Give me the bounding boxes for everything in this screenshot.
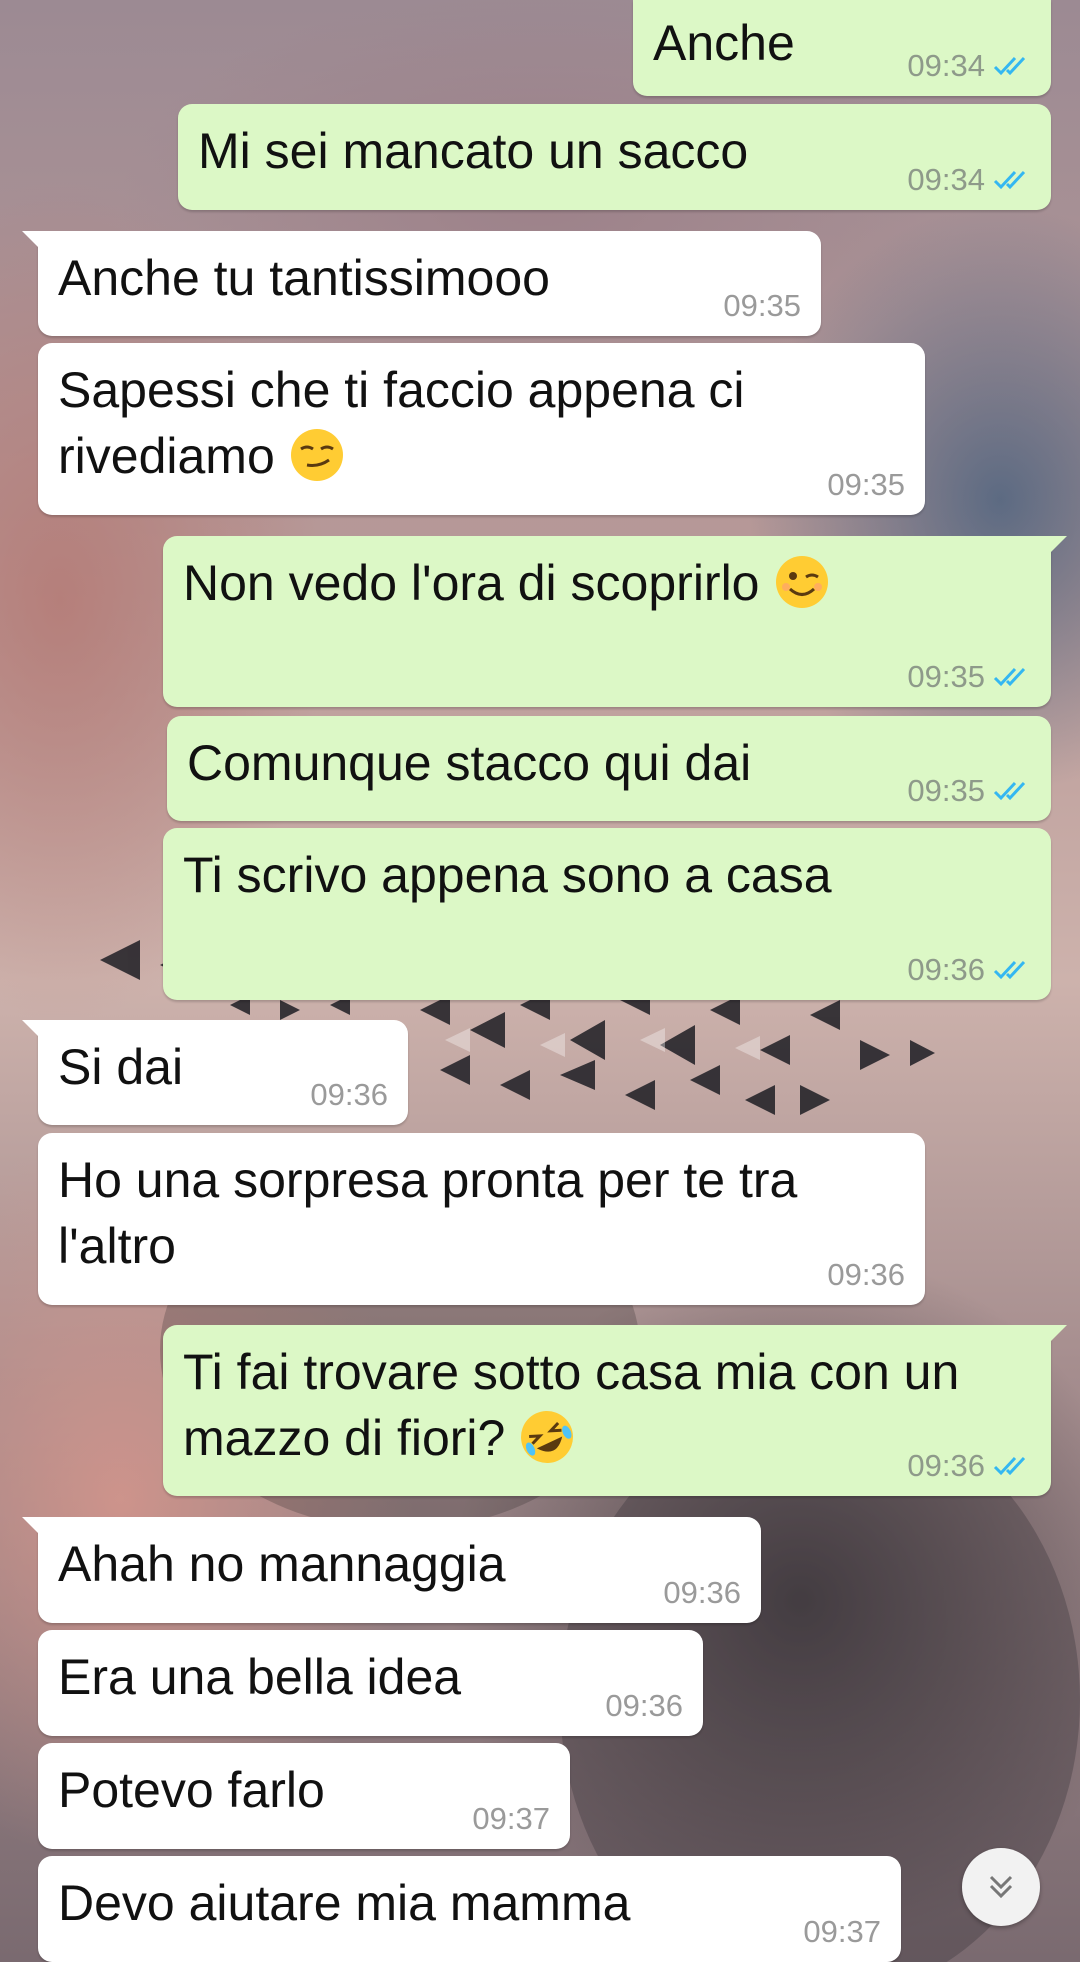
message-meta: 09:35	[827, 467, 905, 503]
message-outgoing[interactable]: Comunque stacco qui dai 09:35	[167, 716, 1051, 821]
message-text: Ahah no mannaggia	[58, 1536, 506, 1592]
message-text: Mi sei mancato un sacco	[198, 123, 749, 179]
message-text: Era una bella idea	[58, 1649, 462, 1705]
bubble-tail	[22, 231, 40, 249]
message-text: Anche tu tantissimooo	[58, 250, 550, 306]
rolling-on-floor-laughing-emoji	[521, 1411, 574, 1463]
message-text: Devo aiutare mia mamma	[58, 1875, 631, 1931]
scroll-to-bottom-button[interactable]	[962, 1848, 1040, 1926]
message-meta: 09:37	[803, 1914, 881, 1950]
winking-face-emoji	[775, 556, 828, 608]
message-incoming[interactable]: Sapessi che ti faccio appena ci rivediam…	[38, 343, 925, 515]
double-check-read-icon	[993, 781, 1026, 801]
message-outgoing[interactable]: Anche 09:34	[633, 0, 1051, 96]
message-text-content: Sapessi che ti faccio appena ci rivediam…	[58, 362, 745, 484]
double-check-read-icon	[993, 56, 1026, 76]
message-meta: 09:36	[907, 1448, 1031, 1484]
double-check-read-icon	[993, 1456, 1026, 1476]
bubble-tail	[22, 1020, 40, 1038]
message-time: 09:36	[827, 1257, 905, 1292]
message-text: Comunque stacco qui dai	[187, 735, 752, 791]
message-time: 09:36	[605, 1688, 683, 1723]
double-chevron-down-icon	[989, 1875, 1013, 1899]
message-time: 09:35	[907, 659, 985, 694]
message-text: Sapessi che ti faccio appena ci rivediam…	[58, 357, 858, 489]
message-time: 09:37	[472, 1801, 550, 1836]
message-meta: 09:36	[310, 1077, 388, 1113]
message-time: 09:36	[907, 952, 985, 987]
message-time: 09:36	[310, 1077, 388, 1112]
double-check-read-icon	[993, 667, 1026, 687]
bubble-tail	[1049, 536, 1067, 554]
message-meta: 09:34	[907, 162, 1031, 198]
message-meta: 09:36	[907, 952, 1031, 988]
message-text-content: Non vedo l'ora di scoprirlo	[183, 555, 760, 611]
message-time: 09:35	[723, 288, 801, 323]
double-check-read-icon	[993, 960, 1026, 980]
message-incoming[interactable]: Potevo farlo 09:37	[38, 1743, 570, 1849]
message-incoming[interactable]: Anche tu tantissimooo 09:35	[22, 231, 821, 336]
message-time: 09:37	[803, 1914, 881, 1949]
message-meta: 09:35	[907, 773, 1031, 809]
message-incoming[interactable]: Era una bella idea 09:36	[38, 1630, 703, 1736]
message-outgoing[interactable]: Ti fai trovare sotto casa mia con un maz…	[163, 1325, 1067, 1496]
message-text: Ti scrivo appena sono a casa	[183, 847, 832, 903]
message-meta: 09:37	[472, 1801, 550, 1837]
message-outgoing[interactable]: Non vedo l'ora di scoprirlo 09:35	[163, 536, 1067, 707]
message-meta: 09:36	[605, 1688, 683, 1724]
message-incoming[interactable]: Si dai 09:36	[22, 1020, 408, 1125]
smirking-face-emoji	[290, 429, 343, 481]
bubble-tail	[22, 1517, 40, 1535]
message-meta: 09:35	[723, 288, 801, 324]
message-time: 09:34	[907, 162, 985, 197]
double-check-read-icon	[993, 170, 1026, 190]
message-text: Ti fai trovare sotto casa mia con un maz…	[183, 1339, 1033, 1471]
message-incoming[interactable]: Ahah no mannaggia 09:36	[22, 1517, 761, 1623]
message-meta: 09:34	[907, 48, 1031, 84]
message-time: 09:35	[907, 773, 985, 808]
message-meta: 09:36	[663, 1575, 741, 1611]
message-list[interactable]: Anche 09:34 Mi sei mancato un sacco 09:3…	[0, 0, 1080, 1962]
message-meta: 09:36	[827, 1257, 905, 1293]
message-text: Non vedo l'ora di scoprirlo	[183, 550, 1031, 616]
message-text: Ho una sorpresa pronta per te tra l'altr…	[58, 1152, 798, 1274]
message-time: 09:36	[663, 1575, 741, 1610]
message-time: 09:34	[907, 48, 985, 83]
message-incoming[interactable]: Ho una sorpresa pronta per te tra l'altr…	[38, 1133, 925, 1305]
message-outgoing[interactable]: Ti scrivo appena sono a casa 09:36	[163, 828, 1051, 1000]
bubble-tail	[1049, 1325, 1067, 1343]
message-outgoing[interactable]: Mi sei mancato un sacco 09:34	[178, 104, 1051, 210]
message-incoming[interactable]: Devo aiutare mia mamma 09:37	[38, 1856, 901, 1962]
message-time: 09:36	[907, 1448, 985, 1483]
message-time: 09:35	[827, 467, 905, 502]
message-meta: 09:35	[907, 659, 1031, 695]
